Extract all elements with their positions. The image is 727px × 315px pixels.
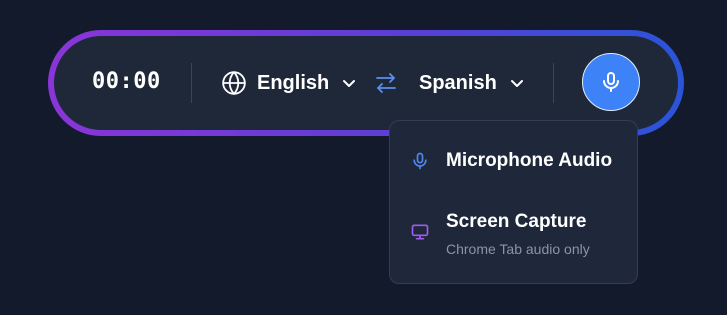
source-language-select[interactable]: English (221, 64, 357, 102)
recording-timer: 00:00 (92, 69, 161, 94)
swap-languages-icon[interactable] (374, 71, 398, 95)
divider (553, 63, 554, 103)
monitor-icon (410, 222, 430, 242)
chevron-down-icon (341, 75, 357, 91)
divider (191, 63, 192, 103)
microphone-icon (599, 70, 623, 94)
menu-item-microphone-audio[interactable]: Microphone Audio (390, 139, 637, 183)
menu-item-label: Microphone Audio (446, 150, 613, 171)
microphone-button[interactable] (582, 53, 640, 111)
microphone-icon (410, 151, 430, 171)
globe-icon (221, 70, 247, 96)
menu-item-sublabel: Chrome Tab audio only (446, 241, 590, 257)
chevron-down-icon (509, 75, 525, 91)
menu-item-label: Screen Capture (446, 211, 587, 232)
source-language-label: English (257, 71, 330, 94)
menu-item-screen-capture[interactable]: Screen Capture Chrome Tab audio only (390, 201, 637, 265)
target-language-label: Spanish (419, 71, 497, 94)
target-language-select[interactable]: Spanish (419, 64, 525, 102)
audio-source-menu: Microphone Audio Screen Capture Chrome T… (389, 120, 638, 284)
